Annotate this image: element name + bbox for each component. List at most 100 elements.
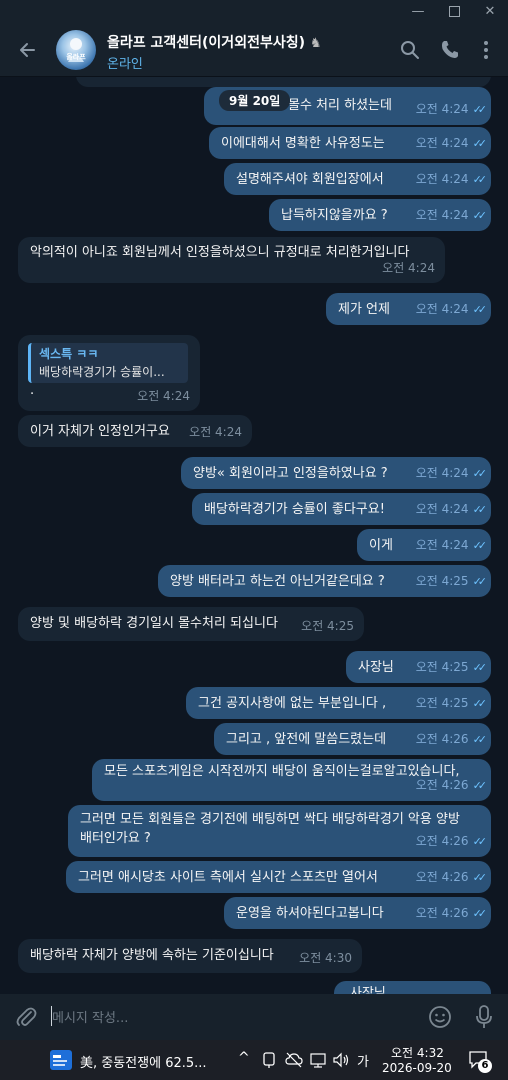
- message-text: 그리고 , 앞전에 말씀드렸는데: [226, 732, 387, 747]
- message-bubble[interactable]: 그리고 , 앞전에 말씀드렸는데 오전 4:26 ✓✓: [214, 723, 491, 755]
- message-time: 오전 4:24: [382, 261, 435, 275]
- read-ticks-icon: ✓✓: [472, 779, 488, 792]
- attach-icon[interactable]: [14, 1005, 38, 1033]
- read-ticks-icon: ✓✓: [472, 539, 488, 552]
- back-arrow-icon[interactable]: [14, 36, 42, 64]
- message-time: 오전 4:26: [415, 906, 469, 920]
- message-bubble[interactable]: 이게 오전 4:24 ✓✓: [357, 529, 491, 561]
- message-text: 납득하지않을까요 ?: [281, 208, 388, 223]
- message-time: 오전 4:24: [415, 172, 469, 186]
- network-icon[interactable]: [309, 1051, 327, 1073]
- chat-header: 올라프 올라프 고객센터(이거외전부사칭) ♞ 온라인: [0, 24, 508, 77]
- quote-author: 섹스특 ㅋㅋ: [39, 347, 99, 361]
- message-time: 오전 4:24: [415, 502, 469, 516]
- mic-icon[interactable]: [472, 1004, 496, 1034]
- message-text-line2: 배터인가요 ?: [80, 831, 151, 846]
- message-time: 오전 4:24: [137, 389, 190, 403]
- maximize-icon[interactable]: [436, 0, 472, 24]
- message-time: 오전 4:25: [415, 574, 469, 588]
- ime-indicator[interactable]: 가: [357, 1051, 369, 1070]
- message-composer: 메시지 작성...: [0, 994, 508, 1040]
- message-bubble-partial[interactable]: 사장님: [334, 981, 491, 994]
- message-text: 이게: [369, 538, 393, 553]
- search-icon[interactable]: [398, 38, 422, 62]
- message-time: 오전 4:26: [415, 870, 469, 884]
- more-vertical-icon[interactable]: [474, 38, 498, 62]
- read-ticks-icon: ✓✓: [472, 467, 488, 480]
- figure-icon: ♞: [309, 36, 322, 51]
- volume-icon[interactable]: [332, 1051, 350, 1073]
- chat-title[interactable]: 올라프 고객센터(이거외전부사칭) ♞: [107, 32, 322, 52]
- message-bubble[interactable]: 운영을 하셔야된다고봅니다 오전 4:26 ✓✓: [224, 897, 491, 929]
- clock-date[interactable]: 2026-09-20: [382, 1061, 452, 1075]
- message-time: 오전 4:25: [301, 619, 354, 633]
- message-time: 오전 4:26: [415, 732, 469, 746]
- message-bubble[interactable]: 배당하락경기가 승률이 좋다구요! 오전 4:24 ✓✓: [192, 493, 491, 525]
- message-text: 제가 언제: [338, 302, 390, 317]
- message-text: 그건 공지사항에 없는 부분입니다 ,: [198, 696, 387, 711]
- phone-icon[interactable]: [438, 38, 462, 62]
- window-titlebar: — ✕: [0, 0, 508, 24]
- message-bubble[interactable]: 양방« 회원이라고 인정을하였나요 ? 오전 4:24 ✓✓: [181, 457, 491, 489]
- message-bubble[interactable]: 양방 배터라고 하는건 아닌거같은데요 ? 오전 4:25 ✓✓: [158, 565, 491, 597]
- clock-time[interactable]: 오전 4:32: [391, 1044, 444, 1061]
- avatar-text: 올라프: [66, 54, 86, 61]
- message-text: 이에대해서 명확한 사유정도는: [221, 136, 385, 151]
- message-bubble[interactable]: 배당하락 자체가 양방에 속하는 기준이십니다 오전 4:30: [18, 939, 362, 973]
- message-bubble[interactable]: 모든 스포츠게임은 시작전까지 배당이 움직이는걸로알고있습니다, 오전 4:2…: [92, 759, 491, 801]
- message-text: 사장님: [350, 986, 386, 994]
- taskbar: 美, 중동전쟁에 62.5... ^ 가 오전 4:32 2026-09-20 …: [0, 1040, 508, 1080]
- chat-status: 온라인: [107, 57, 143, 72]
- message-time: 오전 4:24: [415, 136, 469, 150]
- message-text: 양방« 회원이라고 인정을하였나요 ?: [193, 466, 388, 481]
- news-widget-icon[interactable]: [50, 1050, 72, 1070]
- read-ticks-icon: ✓✓: [472, 303, 488, 316]
- message-bubble[interactable]: 그건 공지사항에 없는 부분입니다 , 오전 4:25 ✓✓: [186, 687, 491, 719]
- message-input[interactable]: 메시지 작성...: [52, 1007, 128, 1026]
- meet-icon[interactable]: [261, 1051, 277, 1073]
- message-time: 오전 4:24: [415, 302, 469, 316]
- message-text: 배당하락 자체가 양방에 속하는 기준이십니다: [30, 948, 274, 963]
- message-time: 오전 4:25: [415, 696, 469, 710]
- message-bubble[interactable]: 설명해주셔야 회원입장에서 오전 4:24 ✓✓: [224, 163, 491, 195]
- message-bubble[interactable]: 납득하지않을까요 ? 오전 4:24 ✓✓: [269, 199, 491, 231]
- message-bubble[interactable]: 그러면 애시당초 사이트 측에서 실시간 스포츠만 열어서 오전 4:26 ✓✓: [66, 861, 491, 893]
- message-bubble[interactable]: 이에대해서 명확한 사유정도는 오전 4:24 ✓✓: [209, 127, 491, 159]
- message-time: 오전 4:24: [189, 425, 242, 439]
- emoji-icon[interactable]: [428, 1005, 452, 1033]
- message-text: 설명해주셔야 회원입장에서: [236, 172, 384, 187]
- message-bubble-partial[interactable]: [76, 77, 491, 87]
- message-time: 오전 4:24: [415, 538, 469, 552]
- read-ticks-icon: ✓✓: [472, 697, 488, 710]
- read-ticks-icon: ✓✓: [472, 871, 488, 884]
- message-text: ·: [30, 387, 35, 402]
- quote-text: 배당하락경기가 승률이...: [39, 365, 165, 379]
- read-ticks-icon: ✓✓: [472, 575, 488, 588]
- message-time: 오전 4:26: [415, 834, 469, 848]
- avatar[interactable]: 올라프: [56, 30, 96, 70]
- read-ticks-icon: ✓✓: [472, 137, 488, 150]
- read-ticks-icon: ✓✓: [472, 835, 488, 848]
- close-icon[interactable]: ✕: [472, 0, 508, 24]
- chat-messages[interactable]: 몰수 처리 하셨는데 오전 4:24 ✓✓ 9월 20일 이에대해서 명확한 사유…: [0, 77, 508, 994]
- reply-quote[interactable]: 섹스특 ㅋㅋ 배당하락경기가 승률이...: [28, 343, 188, 383]
- minimize-icon[interactable]: —: [400, 0, 436, 24]
- message-bubble[interactable]: 사장님 오전 4:25 ✓✓: [346, 651, 491, 683]
- message-text: 배당하락경기가 승률이 좋다구요!: [204, 502, 385, 517]
- message-text: 운영을 하셔야된다고봅니다: [236, 906, 384, 921]
- message-time: 오전 4:25: [415, 660, 469, 674]
- message-text: 그러면 애시당초 사이트 측에서 실시간 스포츠만 열어서: [78, 870, 378, 885]
- message-bubble[interactable]: 이거 자체가 인정인거구요 오전 4:24: [18, 415, 252, 447]
- message-text: 악의적이 아니죠 회원님께서 인정을하셨으니 규정대로 처리한거입니다: [30, 245, 410, 260]
- message-bubble[interactable]: 그러면 모든 회원들은 경기전에 배팅하면 싹다 배당하락경기 악용 양방 배터…: [68, 805, 491, 857]
- message-text: 양방 및 배당하락 경기일시 몰수처리 되십니다: [30, 616, 278, 631]
- message-bubble[interactable]: 악의적이 아니죠 회원님께서 인정을하셨으니 규정대로 처리한거입니다 오전 4…: [18, 237, 445, 283]
- news-widget-text[interactable]: 美, 중동전쟁에 62.5...: [80, 1052, 207, 1071]
- message-bubble[interactable]: 양방 및 배당하락 경기일시 몰수처리 되십니다 오전 4:25: [18, 607, 364, 641]
- message-bubble[interactable]: 제가 언제 오전 4:24 ✓✓: [326, 293, 491, 325]
- read-ticks-icon: ✓✓: [472, 661, 488, 674]
- message-text: 모든 스포츠게임은 시작전까지 배당이 움직이는걸로알고있습니다,: [104, 764, 460, 779]
- message-bubble-reply[interactable]: 섹스특 ㅋㅋ 배당하락경기가 승률이... · 오전 4:24: [18, 335, 200, 411]
- cloud-off-icon[interactable]: [285, 1051, 303, 1073]
- chevron-up-icon[interactable]: ^: [238, 1050, 250, 1066]
